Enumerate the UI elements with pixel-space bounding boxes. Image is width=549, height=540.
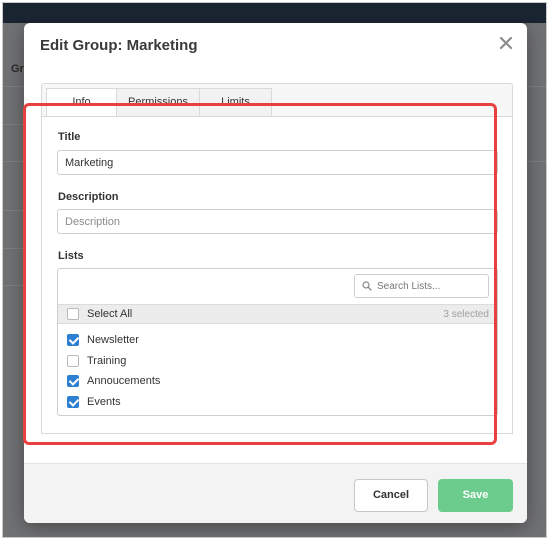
select-all-checkbox[interactable] <box>67 308 79 320</box>
tab-bar: Info Permissions Limits <box>41 83 513 117</box>
close-icon-glyph <box>499 36 513 50</box>
info-panel: Title Description Lists Search Lists... <box>41 116 513 434</box>
screenshot-frame: Gr Edit Group: Marketing Info Permission… <box>2 2 547 538</box>
lists-label: Lists <box>58 250 84 262</box>
list-item-label: Training <box>87 355 127 367</box>
select-all-row: Select All 3 selected <box>58 304 497 324</box>
tab-permissions[interactable]: Permissions <box>117 88 200 117</box>
search-icon <box>362 281 372 294</box>
background-label: Gr <box>11 63 24 75</box>
edit-group-modal: Edit Group: Marketing Info Permissions L… <box>24 23 527 523</box>
select-all-label: Select All <box>87 308 133 320</box>
modal-body: Info Permissions Limits Title Descriptio… <box>41 83 513 463</box>
selected-count: 3 selected <box>443 309 489 320</box>
tab-info[interactable]: Info <box>46 88 117 117</box>
annoucements-checkbox[interactable] <box>67 375 79 387</box>
modal-header: Edit Group: Marketing <box>24 23 527 67</box>
description-label: Description <box>58 191 119 203</box>
modal-footer: Cancel Save <box>24 463 527 523</box>
list-item-label: Events <box>87 396 121 408</box>
search-lists-input[interactable]: Search Lists... <box>354 274 489 298</box>
newsletter-checkbox[interactable] <box>67 334 79 346</box>
title-input[interactable] <box>57 150 498 175</box>
search-placeholder: Search Lists... <box>377 281 441 292</box>
save-button[interactable]: Save <box>438 479 513 512</box>
events-checkbox[interactable] <box>67 396 79 408</box>
modal-title: Edit Group: Marketing <box>40 37 198 54</box>
app-topbar <box>3 3 546 23</box>
list-item-label: Newsletter <box>87 334 139 346</box>
title-label: Title <box>58 131 81 143</box>
tab-limits[interactable]: Limits <box>200 88 272 117</box>
close-icon[interactable] <box>497 35 515 53</box>
list-item-label: Annoucements <box>87 375 161 387</box>
lists-container: Search Lists... Select All 3 selected Ne… <box>57 268 498 416</box>
cancel-button[interactable]: Cancel <box>354 479 428 512</box>
description-input[interactable] <box>57 209 498 234</box>
training-checkbox[interactable] <box>67 355 79 367</box>
